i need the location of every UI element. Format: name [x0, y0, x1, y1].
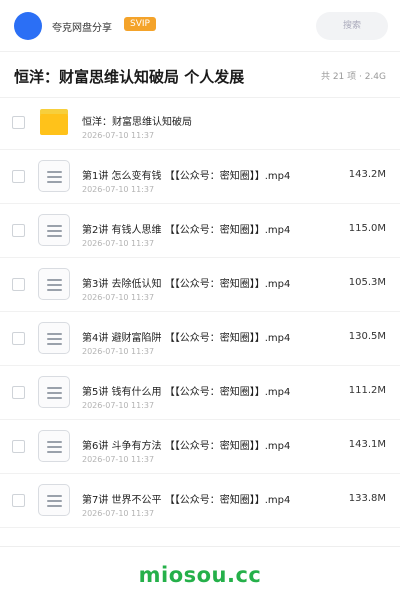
file-date: 2026-07-10 11:37 [82, 185, 155, 194]
search-input[interactable]: 搜索 [316, 12, 388, 40]
document-icon [38, 160, 70, 192]
file-name[interactable]: 第2讲 有钱人思维 【【公众号：密知圈】】.mp4 [82, 221, 290, 236]
avatar[interactable] [14, 12, 42, 40]
select-checkbox[interactable] [12, 116, 25, 129]
file-size: 130.5M [348, 331, 386, 342]
file-size: 105.3M [348, 277, 386, 288]
file-name[interactable]: 第3讲 去除低认知 【【公众号：密知圈】】.mp4 [82, 275, 290, 290]
folder-icon [40, 109, 68, 135]
list-item[interactable]: 第6讲 斗争有方法 【【公众号：密知圈】】.mp4 2026-07-10 11:… [0, 420, 400, 474]
item-count-size: 共 21 项 · 2.4G [320, 72, 386, 82]
file-size: 115.0M [348, 223, 386, 234]
svip-badge: SVIP [124, 17, 156, 31]
list-item-folder[interactable]: 恒洋：财富思维认知破局 2026-07-10 11:37 [0, 96, 400, 150]
file-date: 2026-07-10 11:37 [82, 293, 155, 302]
list-item[interactable]: 第3讲 去除低认知 【【公众号：密知圈】】.mp4 2026-07-10 11:… [0, 258, 400, 312]
share-label: 夸克网盘分享 [52, 23, 112, 34]
file-date: 2026-07-10 11:37 [82, 401, 155, 410]
file-name[interactable]: 恒洋：财富思维认知破局 [82, 113, 192, 128]
page-title: 恒洋：财富思维认知破局 个人发展 [14, 68, 245, 86]
file-size: 133.8M [348, 493, 386, 504]
file-date: 2026-07-10 11:37 [82, 239, 155, 248]
footer-divider [0, 546, 400, 547]
select-checkbox[interactable] [12, 440, 25, 453]
top-bar: 夸克网盘分享 SVIP 搜索 [0, 0, 400, 52]
site-watermark: miosou.cc [138, 563, 262, 587]
list-item[interactable]: 第2讲 有钱人思维 【【公众号：密知圈】】.mp4 2026-07-10 11:… [0, 204, 400, 258]
list-item[interactable]: 第5讲 钱有什么用 【【公众号：密知圈】】.mp4 2026-07-10 11:… [0, 366, 400, 420]
list-item[interactable]: 第7讲 世界不公平 【【公众号：密知圈】】.mp4 2026-07-10 11:… [0, 474, 400, 528]
select-checkbox[interactable] [12, 224, 25, 237]
file-date: 2026-07-10 11:37 [82, 509, 155, 518]
file-name[interactable]: 第1讲 怎么变有钱 【【公众号：密知圈】】.mp4 [82, 167, 290, 182]
document-icon [38, 376, 70, 408]
document-icon [38, 430, 70, 462]
list-item[interactable]: 第4讲 避财富陷阱 【【公众号：密知圈】】.mp4 2026-07-10 11:… [0, 312, 400, 366]
select-checkbox[interactable] [12, 278, 25, 291]
file-size: 111.2M [348, 385, 386, 396]
file-size: 143.2M [348, 169, 386, 180]
file-list: 恒洋：财富思维认知破局 2026-07-10 11:37 第1讲 怎么变有钱 【… [0, 96, 400, 528]
title-bar: 恒洋：财富思维认知破局 个人发展 共 21 项 · 2.4G [0, 52, 400, 98]
file-name[interactable]: 第6讲 斗争有方法 【【公众号：密知圈】】.mp4 [82, 437, 290, 452]
file-name[interactable]: 第4讲 避财富陷阱 【【公众号：密知圈】】.mp4 [82, 329, 290, 344]
file-name[interactable]: 第7讲 世界不公平 【【公众号：密知圈】】.mp4 [82, 491, 290, 506]
file-date: 2026-07-10 11:37 [82, 347, 155, 356]
select-checkbox[interactable] [12, 332, 25, 345]
file-date: 2026-07-10 11:37 [82, 131, 155, 140]
document-icon [38, 214, 70, 246]
select-checkbox[interactable] [12, 386, 25, 399]
document-icon [38, 322, 70, 354]
file-name[interactable]: 第5讲 钱有什么用 【【公众号：密知圈】】.mp4 [82, 383, 290, 398]
select-checkbox[interactable] [12, 170, 25, 183]
select-checkbox[interactable] [12, 494, 25, 507]
list-item[interactable]: 第1讲 怎么变有钱 【【公众号：密知圈】】.mp4 2026-07-10 11:… [0, 150, 400, 204]
document-icon [38, 268, 70, 300]
document-icon [38, 484, 70, 516]
file-size: 143.1M [348, 439, 386, 450]
file-date: 2026-07-10 11:37 [82, 455, 155, 464]
